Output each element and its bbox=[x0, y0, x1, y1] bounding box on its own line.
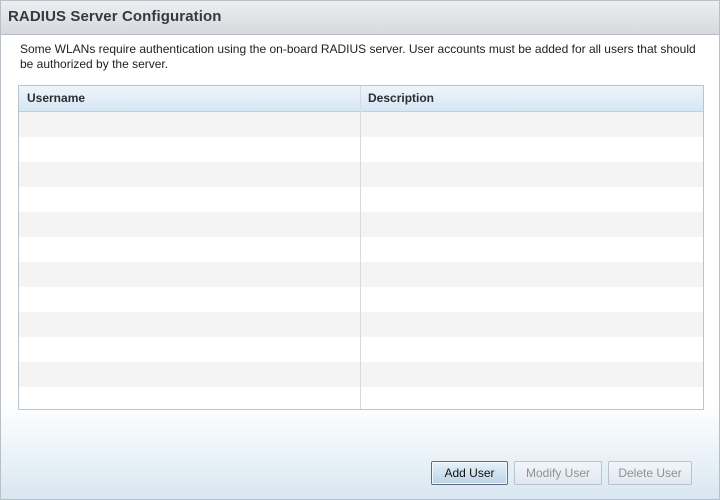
table-row bbox=[19, 237, 703, 262]
table-row bbox=[19, 387, 703, 409]
table-row bbox=[19, 112, 703, 137]
radius-config-panel: RADIUS Server Configuration Some WLANs r… bbox=[0, 0, 720, 500]
table-row bbox=[19, 162, 703, 187]
description-text: Some WLANs require authentication using … bbox=[20, 42, 696, 71]
delete-user-button[interactable]: Delete User bbox=[608, 461, 692, 485]
users-table: Username Description bbox=[18, 85, 704, 410]
modify-user-button[interactable]: Modify User bbox=[514, 461, 602, 485]
column-divider bbox=[360, 86, 361, 409]
table-row bbox=[19, 312, 703, 337]
table-header: Username Description bbox=[19, 86, 703, 112]
column-header-description[interactable]: Description bbox=[368, 86, 434, 111]
table-body bbox=[19, 112, 703, 409]
table-row bbox=[19, 337, 703, 362]
table-row bbox=[19, 262, 703, 287]
column-header-username[interactable]: Username bbox=[27, 86, 85, 111]
add-user-button[interactable]: Add User bbox=[431, 461, 508, 485]
page-title: RADIUS Server Configuration bbox=[8, 8, 222, 25]
table-row bbox=[19, 187, 703, 212]
table-row bbox=[19, 362, 703, 387]
table-row bbox=[19, 137, 703, 162]
table-row bbox=[19, 287, 703, 312]
table-row bbox=[19, 212, 703, 237]
title-bar: RADIUS Server Configuration bbox=[1, 1, 719, 35]
